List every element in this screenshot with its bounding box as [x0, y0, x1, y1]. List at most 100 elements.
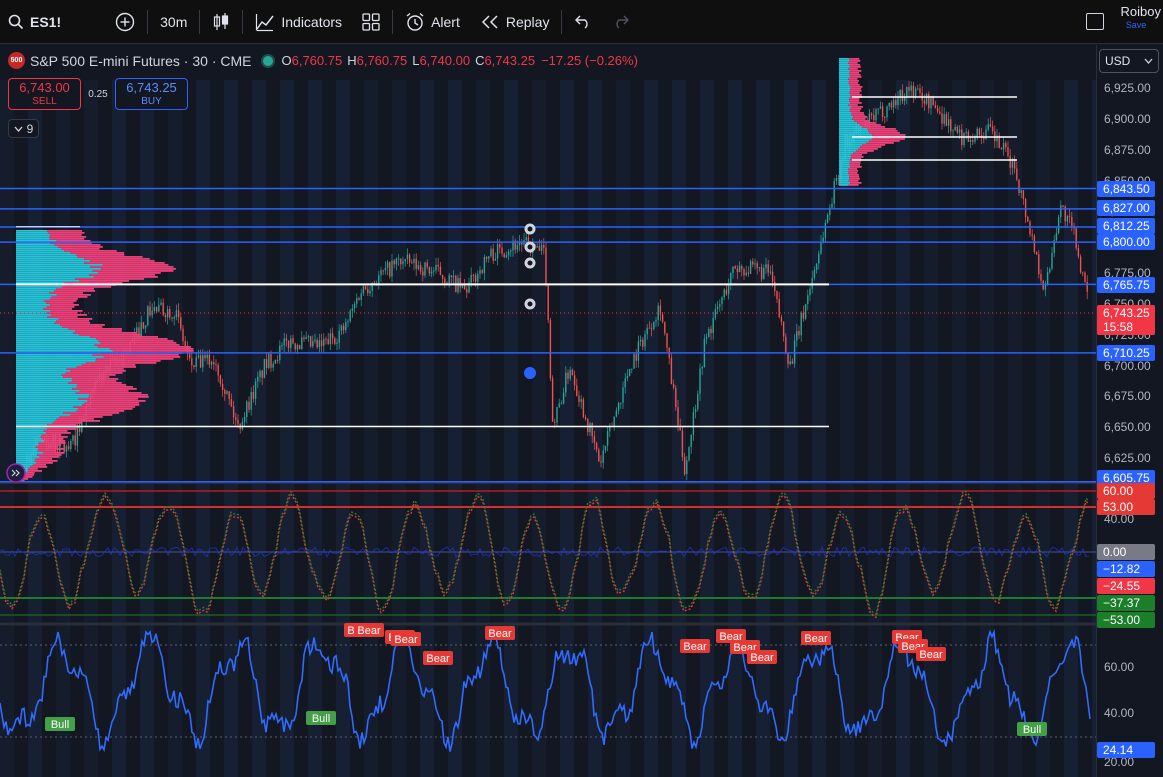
- candle-body: [230, 399, 233, 407]
- volume-profile-up-bar: [839, 172, 849, 174]
- symbol-title[interactable]: S&P 500 E-mini Futures · 30 · CME: [30, 53, 251, 69]
- rsi-current-label: 24.14: [1097, 742, 1155, 758]
- trade-panel: 6,743.00 SELL 0.25 6,743.25 BUY: [8, 78, 188, 110]
- candle-body: [818, 253, 820, 264]
- candle-body: [1024, 199, 1027, 217]
- volume-profile-down-bar: [90, 336, 158, 338]
- candle-body: [947, 119, 950, 126]
- candle-body: [752, 261, 754, 265]
- candle-body: [969, 140, 972, 142]
- user-menu[interactable]: Roiboy Save: [1111, 4, 1163, 30]
- candle-body: [56, 450, 59, 452]
- volume-profile-up-bar: [16, 394, 90, 396]
- volume-profile-down-bar: [84, 262, 165, 264]
- candle-body: [800, 312, 802, 336]
- candle-body: [727, 284, 730, 295]
- candle-body: [545, 247, 547, 284]
- alert-button[interactable]: Alert: [395, 0, 470, 44]
- volume-profile-down-bar: [78, 398, 139, 400]
- chart-type-button[interactable]: [202, 0, 240, 44]
- indicators-button[interactable]: Indicators: [245, 0, 352, 44]
- volume-profile-up-bar: [16, 364, 82, 366]
- bear-signal-tag: Bear: [747, 650, 777, 664]
- candle-body: [435, 264, 437, 271]
- candle-body: [246, 401, 248, 417]
- chart-area[interactable]: Bear Bear Bear Bear Bear Bear Bear Bear Bear Bear…: [0, 45, 1096, 777]
- volume-profile-down-bar: [72, 378, 119, 380]
- volume-profile-down-bar: [102, 264, 169, 266]
- candle-body: [274, 359, 277, 364]
- undo-button[interactable]: [564, 0, 602, 44]
- candle-body: [217, 365, 219, 376]
- session-background: [896, 45, 910, 777]
- session-background: [644, 45, 658, 777]
- candle-body: [741, 265, 743, 270]
- volume-profile-up-bar: [16, 416, 60, 418]
- volume-profile-up-bar: [839, 98, 850, 100]
- candle-body: [384, 267, 387, 271]
- volume-profile-up-bar: [16, 316, 48, 318]
- candle-body: [320, 340, 323, 346]
- candle-body: [540, 245, 543, 251]
- volume-profile-up-bar: [839, 76, 851, 78]
- volume-profile-up-bar: [16, 424, 48, 426]
- volume-profile-down-bar: [71, 380, 117, 382]
- candle-body: [474, 275, 477, 282]
- save-link[interactable]: Save: [1111, 20, 1161, 30]
- volume-profile-down-bar: [849, 60, 861, 62]
- candle-body: [661, 314, 664, 323]
- candle-body: [1057, 217, 1060, 234]
- candle-body: [1033, 235, 1036, 252]
- layout-square-icon[interactable]: [1086, 13, 1104, 30]
- candle-body: [452, 275, 455, 278]
- bear-signal-tag: Bear: [485, 626, 515, 640]
- candle-body: [802, 312, 805, 319]
- volume-profile-up-bar: [16, 362, 86, 364]
- volume-profile-down-bar: [849, 164, 861, 166]
- volume-profile-down-bar: [68, 382, 122, 384]
- candle-body: [813, 269, 816, 278]
- candle-body: [584, 417, 587, 420]
- volume-profile-down-bar: [38, 442, 66, 444]
- candle-body: [356, 298, 358, 304]
- candle-body: [413, 258, 415, 264]
- compare-symbol-button[interactable]: [105, 0, 145, 44]
- buy-button[interactable]: 6,743.25 BUY: [115, 78, 188, 110]
- candle-body: [202, 355, 204, 368]
- candle-body: [690, 434, 692, 447]
- redo-button[interactable]: [602, 0, 640, 44]
- volume-profile-down-bar: [77, 256, 143, 258]
- volume-profile-down-bar: [81, 404, 140, 406]
- undo-icon: [575, 15, 589, 29]
- level-price-label: 6,765.75: [1097, 277, 1155, 293]
- currency-select[interactable]: USD: [1099, 49, 1159, 73]
- indicators-collapse-toggle[interactable]: 9: [8, 119, 39, 138]
- candle-body: [1082, 272, 1084, 274]
- bear-tag-label: Bear: [488, 628, 512, 640]
- volume-profile-down-bar: [849, 178, 860, 180]
- volume-profile-up-bar: [839, 128, 868, 130]
- sell-button[interactable]: 6,743.00 SELL: [8, 78, 81, 110]
- candle-body: [560, 403, 563, 405]
- toolbar-divider: [147, 9, 149, 34]
- candle-body: [972, 140, 974, 142]
- candle-body: [349, 310, 351, 322]
- volume-profile-up-bar: [839, 62, 849, 64]
- volume-profile-down-bar: [850, 106, 863, 108]
- spread-value: 0.25: [88, 88, 108, 100]
- interval-button[interactable]: 30m: [150, 0, 197, 44]
- candle-body: [389, 262, 391, 277]
- candle-body: [268, 353, 270, 369]
- candle-body: [437, 264, 439, 267]
- volume-profile-down-bar: [70, 252, 125, 254]
- volume-profile-up-bar: [16, 430, 44, 432]
- volume-profile-up-bar: [16, 270, 93, 272]
- symbol-search[interactable]: ES1!: [0, 0, 71, 44]
- layouts-button[interactable]: [352, 0, 390, 44]
- volume-profile-down-bar: [61, 374, 116, 376]
- volume-profile-down-bar: [68, 328, 122, 330]
- chart-canvas[interactable]: BearBearBearBearBearBearBearBear BearBear…: [0, 45, 1096, 777]
- volume-profile-up-bar: [16, 436, 41, 438]
- candle-body: [875, 109, 877, 121]
- replay-button[interactable]: Replay: [470, 0, 560, 44]
